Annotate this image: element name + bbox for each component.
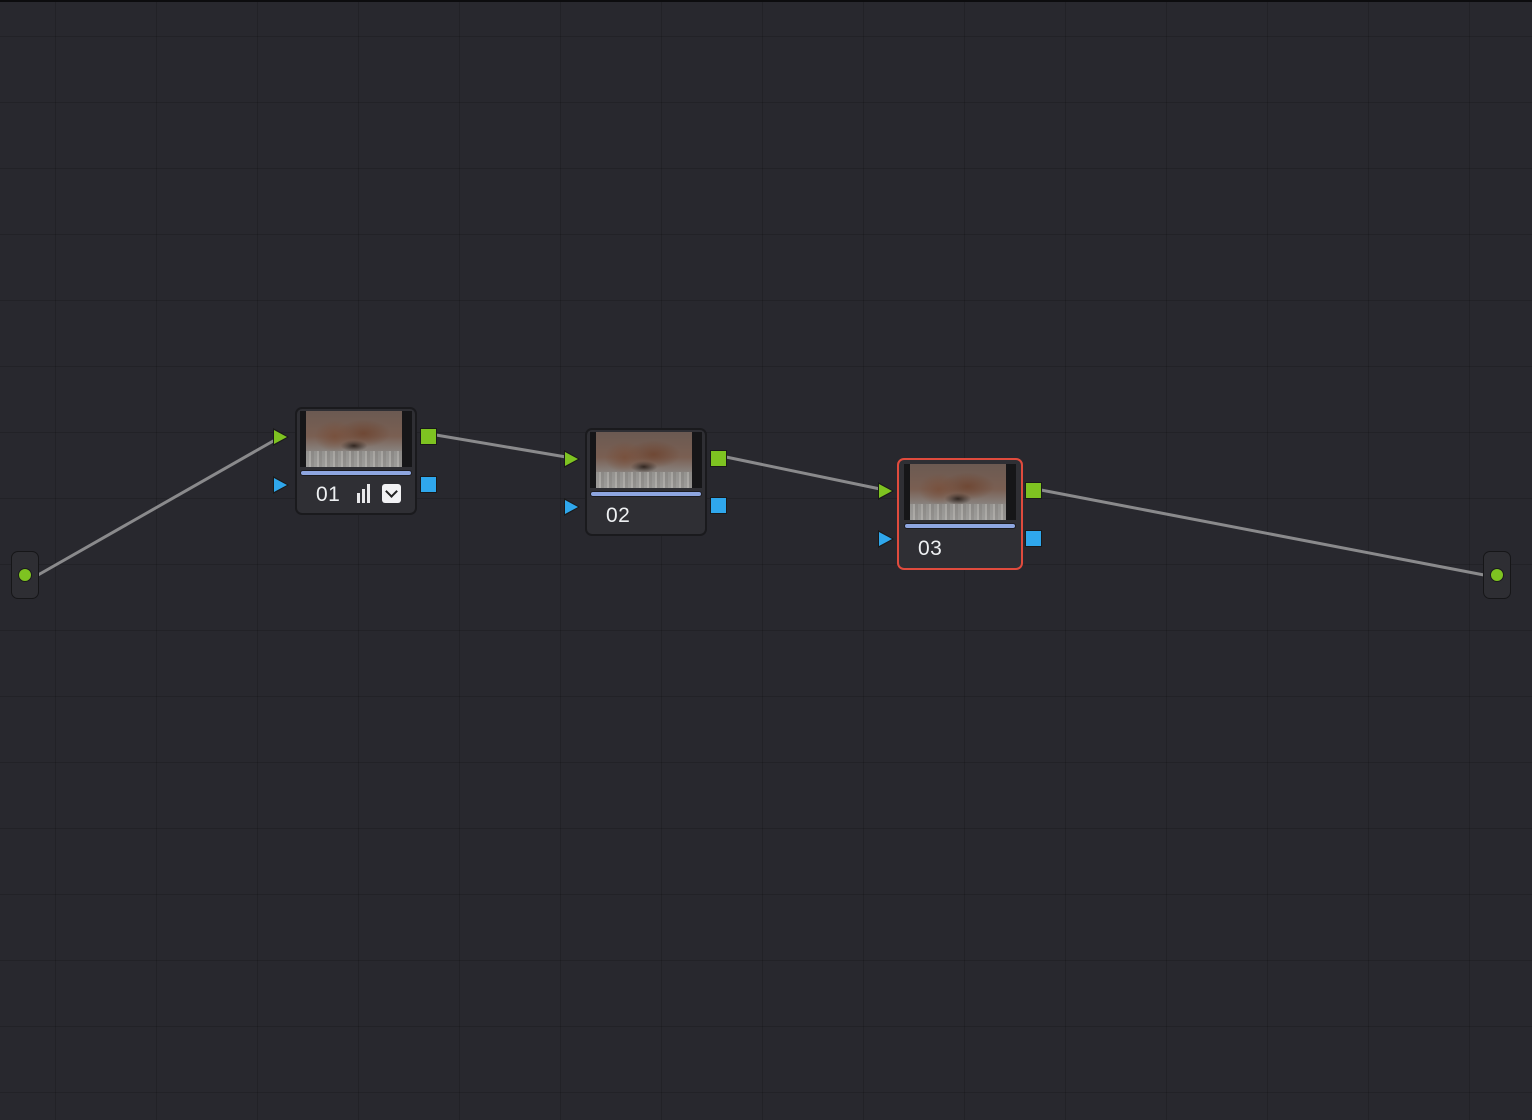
connection-source-to-01 [37,434,283,577]
node-02-alpha-output[interactable] [710,497,727,514]
node-01-indicators [357,484,401,503]
node-02-alpha-input[interactable] [564,498,580,516]
node-02[interactable]: 02 [585,428,707,536]
node-01-status-bar [300,470,412,476]
node-03-label: 03 [918,537,943,560]
source-input-endpoint[interactable] [11,551,39,599]
node-03-status-bar [904,523,1016,529]
node-01[interactable]: 01 [295,407,417,515]
node-01-alpha-output[interactable] [420,476,437,493]
output-endpoint[interactable] [1483,551,1511,599]
node-02-rgb-input[interactable] [564,450,580,468]
node-01-rgb-output[interactable] [420,428,437,445]
node-01-rgb-input[interactable] [273,428,289,446]
output-rgb-input-dot[interactable] [1490,568,1504,582]
node-connections [37,433,1485,577]
node-01-label: 01 [316,483,341,506]
checkbox-icon[interactable] [382,484,401,503]
node-03-alpha-output[interactable] [1025,530,1042,547]
connection-01-to-02 [435,433,573,460]
node-editor-canvas[interactable]: 01 02 03 [0,0,1532,1120]
node-02-status-bar [590,491,702,497]
node-01-thumbnail [300,411,412,467]
connection-03-to-output [1040,488,1485,577]
source-rgb-output-dot[interactable] [18,568,32,582]
node-03-alpha-input[interactable] [878,530,894,548]
histogram-icon [357,484,374,503]
node-03-thumbnail [904,464,1016,520]
node-03-rgb-input[interactable] [878,482,894,500]
node-02-rgb-output[interactable] [710,450,727,467]
connection-02-to-03 [725,455,886,492]
node-03-rgb-output[interactable] [1025,482,1042,499]
node-02-label: 02 [606,504,631,527]
node-01-alpha-input[interactable] [273,476,289,494]
node-03[interactable]: 03 [897,458,1023,570]
node-02-thumbnail [590,432,702,488]
